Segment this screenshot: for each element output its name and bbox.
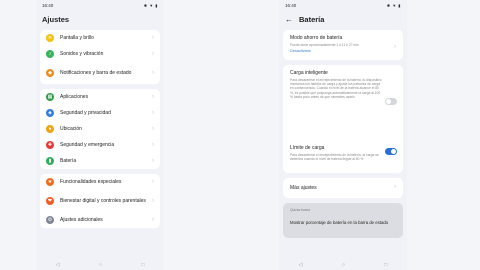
nav-home-icon[interactable]: ○: [342, 262, 345, 268]
nav-recent-icon[interactable]: □: [384, 262, 387, 268]
chevron-right-icon: ›: [394, 184, 396, 190]
chevron-right-icon: ›: [152, 35, 154, 41]
status-time: 16:40: [285, 2, 297, 8]
nav-back-icon[interactable]: ◁: [56, 262, 60, 268]
settings-item[interactable]: ● Ubicación ›: [40, 121, 160, 137]
shield-icon: ◈: [46, 109, 54, 117]
status-time: 16:40: [42, 2, 54, 8]
settings-item[interactable]: ◆ Notificaciones y barra de estado ›: [40, 62, 160, 84]
smart-charge-row[interactable]: Carga inteligente Para desacelerar el en…: [283, 65, 403, 140]
page-title: Ajustes: [42, 14, 70, 24]
settings-list: ☀ Pantalla y brillo › ♪ Sonidos y vibración ›…: [36, 30, 164, 228]
smart-charge-toggle[interactable]: [385, 98, 397, 105]
chevron-right-icon: ›: [152, 126, 154, 132]
battery-icon: ▮: [46, 157, 54, 165]
chevron-right-icon: ›: [394, 44, 396, 50]
settings-item[interactable]: ♪ Sonidos y vibración ›: [40, 46, 160, 62]
power-saving-desc: Puede durar aproximadamente 1 d 11 h 27 …: [290, 43, 359, 47]
settings-item[interactable]: ❤ Bienestar digital y controles parentale…: [40, 190, 160, 212]
charge-limit-label: Límite de carga: [290, 145, 325, 151]
smart-charge-label: Carga inteligente: [290, 70, 328, 76]
charge-limit-row[interactable]: Límite de carga Para desacelerar el enve…: [283, 140, 403, 173]
suggestion-hint: Quizás busca: [290, 208, 310, 212]
settings-item[interactable]: ▦ Aplicaciones ›: [40, 89, 160, 105]
location-icon: ●: [46, 125, 54, 133]
settings-item[interactable]: ▮ Batería ›: [40, 153, 160, 169]
more-settings-card[interactable]: Más ajustes ›: [283, 178, 403, 198]
status-bar: 16:40 ✱ ▼ ▮: [36, 0, 164, 10]
settings-item[interactable]: ✚ Seguridad y emergencia ›: [40, 137, 160, 153]
wellbeing-icon: ❤: [46, 197, 54, 205]
nav-back-icon[interactable]: ◁: [299, 262, 303, 268]
settings-item-label: Notificaciones y barra de estado: [60, 70, 132, 76]
status-icons: ✱ ▼ ▮: [143, 2, 158, 8]
settings-item-label: Batería: [60, 158, 77, 164]
battery-screen: 16:40 ✱ ▼ ▮ ← Batería Modo ahorro de bat…: [279, 0, 407, 270]
settings-item-label: Sonidos y vibración: [60, 51, 104, 57]
status-icons: ✱ ▼ ▮: [386, 2, 401, 8]
nav-home-icon[interactable]: ○: [99, 262, 102, 268]
speaker-icon: ♪: [46, 50, 54, 58]
bell-icon: ◆: [46, 69, 54, 77]
more-settings-label: Más ajustes: [290, 185, 317, 191]
gear-icon: ⚙: [46, 216, 54, 224]
settings-screen: 16:40 ✱ ▼ ▮ Ajustes ☀ Pantalla y brillo › ♪…: [36, 0, 164, 270]
settings-item-label: Ajustes adicionales: [60, 217, 103, 223]
smart-charge-desc: Para desacelerar el envejecimiento de la…: [290, 78, 382, 99]
settings-group: ☀ Pantalla y brillo › ♪ Sonidos y vibración ›…: [40, 30, 160, 84]
settings-item-label: Pantalla y brillo: [60, 35, 94, 41]
page-header: ← Batería: [279, 10, 407, 30]
settings-item-label: Seguridad y emergencia: [60, 142, 115, 148]
settings-item-label: Aplicaciones: [60, 94, 89, 100]
suggestion-text: Mostrar porcentaje de batería en la barr…: [290, 220, 389, 225]
settings-item-label: Bienestar digital y controles parentales: [60, 198, 146, 204]
settings-item[interactable]: ☀ Pantalla y brillo ›: [40, 30, 160, 46]
settings-group: ★ Funcionalidades especiales › ❤ Bienestar d…: [40, 174, 160, 228]
navigation-bar: ◁ ○ □: [36, 262, 164, 268]
chevron-right-icon: ›: [152, 142, 154, 148]
page-title: Batería: [299, 14, 325, 24]
chevron-right-icon: ›: [152, 217, 154, 223]
charge-options-card: Carga inteligente Para desacelerar el en…: [283, 65, 403, 173]
chevron-right-icon: ›: [152, 179, 154, 185]
settings-item[interactable]: ◈ Seguridad y privacidad ›: [40, 105, 160, 121]
chevron-right-icon: ›: [152, 70, 154, 76]
settings-item-label: Ubicación: [60, 126, 82, 132]
back-arrow-icon[interactable]: ←: [285, 15, 293, 24]
sun-icon: ☀: [46, 34, 54, 42]
power-saving-card[interactable]: Modo ahorro de batería Puede durar aprox…: [283, 30, 403, 60]
navigation-bar: ◁ ○ □: [279, 262, 407, 268]
settings-item[interactable]: ⚙ Ajustes adicionales ›: [40, 212, 160, 228]
chevron-right-icon: ›: [152, 158, 154, 164]
sos-icon: ✚: [46, 141, 54, 149]
settings-item-label: Funcionalidades especiales: [60, 179, 122, 185]
chevron-right-icon: ›: [152, 51, 154, 57]
suggestion-card[interactable]: Quizás busca Mostrar porcentaje de bater…: [283, 203, 403, 238]
power-saving-state: Desactivado: [290, 49, 311, 54]
charge-limit-desc: Para desacelerar el envejecimiento de la…: [290, 153, 379, 162]
chevron-right-icon: ›: [152, 198, 154, 204]
star-icon: ★: [46, 178, 54, 186]
nav-recent-icon[interactable]: □: [141, 262, 144, 268]
charge-limit-toggle[interactable]: [385, 148, 397, 155]
settings-item[interactable]: ★ Funcionalidades especiales ›: [40, 174, 160, 190]
settings-group: ▦ Aplicaciones › ◈ Seguridad y privacidad › ● U…: [40, 89, 160, 169]
screenshot-canvas: 16:40 ✱ ▼ ▮ Ajustes ☀ Pantalla y brillo › ♪…: [0, 0, 480, 270]
chevron-right-icon: ›: [152, 110, 154, 116]
chevron-right-icon: ›: [152, 94, 154, 100]
settings-item-label: Seguridad y privacidad: [60, 110, 111, 116]
power-saving-label: Modo ahorro de batería: [290, 35, 343, 41]
apps-icon: ▦: [46, 93, 54, 101]
status-bar: 16:40 ✱ ▼ ▮: [279, 0, 407, 10]
